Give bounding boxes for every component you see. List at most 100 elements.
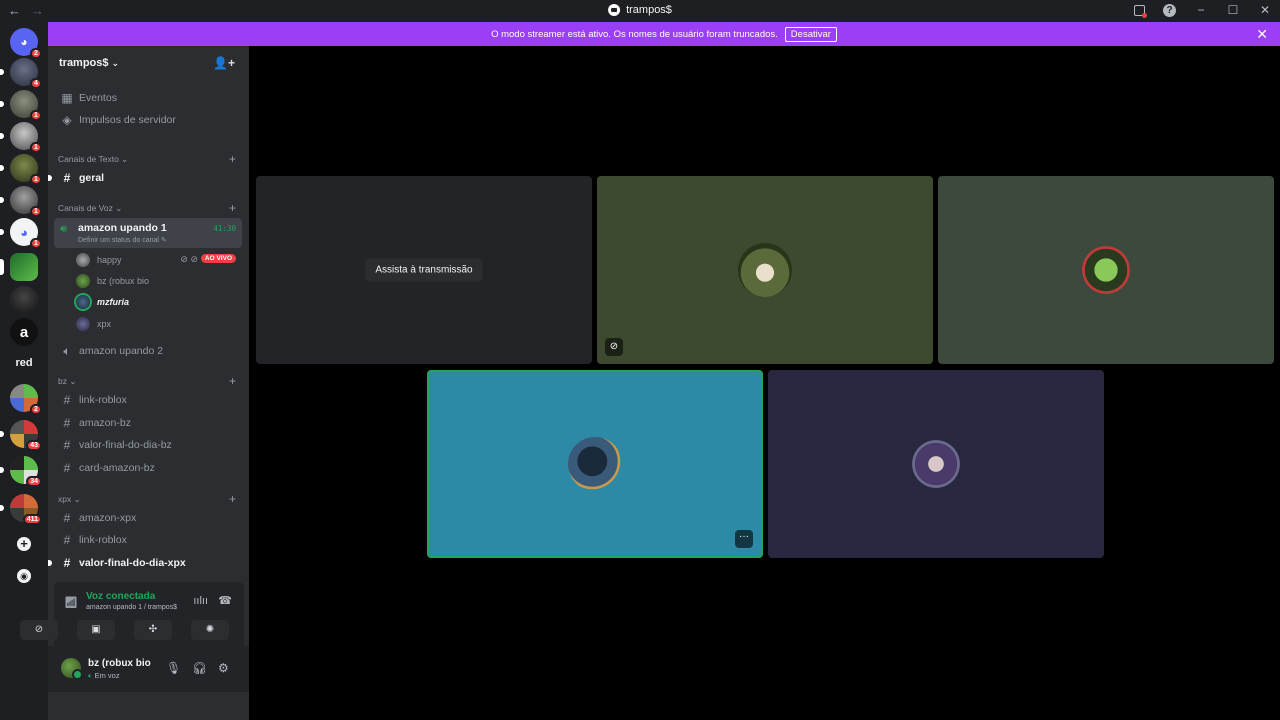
pencil-icon: ✎ [160, 237, 167, 244]
calendar-icon: ▦ [61, 91, 73, 105]
category-voice-channels[interactable]: Canais de Voz ⌄ + [58, 201, 242, 215]
selected-pill [0, 259, 4, 275]
server-boosts-item[interactable]: ◈ Impulsos de servidor [54, 110, 242, 130]
speaker-icon: 🔊︎ [60, 223, 67, 235]
watch-stream-button[interactable]: Assista à transmissão [365, 258, 483, 282]
user-status-text: Em voz [94, 671, 120, 680]
direct-messages-button[interactable]: ◕ 2 [10, 28, 42, 59]
channel-link-roblox[interactable]: # link-roblox [54, 390, 242, 410]
user-name[interactable]: bz (robux bio [88, 658, 151, 669]
channel-label: amazon-bz [79, 417, 131, 429]
category-bz[interactable]: bz ⌄ + [58, 374, 242, 388]
channel-valor-final-do-dia-xpx[interactable]: # valor-final-do-dia-xpx [48, 553, 242, 573]
server-icon-3[interactable]: 1 [0, 122, 42, 153]
voice-connected-title[interactable]: Voz conectada [86, 591, 155, 602]
channel-valor-final-do-dia-bz[interactable]: # valor-final-do-dia-bz [54, 435, 242, 455]
server-icon-7[interactable] [0, 253, 38, 281]
server-folder-2[interactable]: 43 [0, 420, 42, 451]
voice-user-bz[interactable]: bz (robux bio [76, 272, 242, 290]
activities-button[interactable]: ✣ [134, 620, 172, 640]
disconnect-icon[interactable]: ☎ [218, 594, 232, 607]
text-server-red[interactable]: red [10, 349, 38, 377]
create-channel-icon[interactable]: + [229, 492, 236, 506]
badge: 1 [30, 206, 42, 217]
channel-amazon-bz[interactable]: # amazon-bz [54, 413, 242, 433]
server-icon-1[interactable]: 4 [0, 58, 42, 89]
voice-user-happy[interactable]: happy ⊘ ⊘ AO VIVO [76, 251, 242, 269]
add-server-button[interactable]: + [10, 530, 38, 558]
microphone-icon[interactable]: 🎙︎ [166, 661, 181, 675]
nav-buttons: ← → [8, 3, 44, 18]
voice-channel-amazon-upando-2[interactable]: 🔈︎ amazon upando 2 [54, 341, 242, 361]
participant-tile[interactable]: ⊘ [597, 176, 933, 364]
discover-button[interactable]: ◉ [10, 562, 38, 590]
voice-timer: 41:30 [213, 224, 236, 233]
participant-tile[interactable] [938, 176, 1274, 364]
inbox-icon[interactable] [1134, 4, 1147, 18]
streamer-mode-banner: O modo streamer está ativo. Os nomes de … [48, 22, 1280, 46]
forward-arrow-icon[interactable]: → [31, 3, 44, 18]
participant-tile[interactable] [768, 370, 1104, 558]
voice-user-name: xpx [97, 319, 112, 329]
events-item[interactable]: ▦ Eventos [54, 88, 242, 108]
maximize-icon[interactable]: ☐ [1226, 3, 1240, 17]
close-window-icon[interactable]: ✕ [1258, 3, 1272, 17]
hashtag-icon: # [63, 393, 71, 407]
noise-suppression-icon[interactable]: ıılıı [193, 595, 208, 607]
create-channel-icon[interactable]: + [229, 201, 236, 215]
amazon-server[interactable]: a [10, 318, 38, 346]
chevron-down-icon: ⌄ [66, 375, 77, 386]
voice-user-name: bz (robux bio [97, 276, 150, 286]
server-header[interactable]: trampos$ ⌄ 👤+ [48, 46, 249, 80]
voice-channel-amazon-upando-1[interactable]: 🔊︎ amazon upando 1 Definir um status do … [54, 218, 242, 248]
live-badge: AO VIVO [200, 254, 236, 263]
server-folder-4[interactable]: 411 [0, 494, 42, 525]
server-icon-5[interactable]: 1 [0, 186, 42, 217]
server-avatar [10, 253, 38, 281]
camera-off-icon: ⊘ [34, 624, 44, 635]
server-icon-8[interactable] [10, 286, 38, 314]
invite-people-icon[interactable]: 👤+ [213, 56, 235, 70]
channel-amazon-xpx[interactable]: # amazon-xpx [54, 508, 242, 528]
boosts-label: Impulsos de servidor [79, 114, 176, 126]
stream-off-icon: ⊘ [605, 338, 623, 356]
more-options-icon[interactable]: ··· [735, 530, 753, 548]
minimize-icon[interactable]: − [1194, 3, 1208, 17]
user-avatar[interactable] [61, 658, 83, 680]
category-text-channels[interactable]: Canais de Texto ⌄ + [58, 152, 242, 166]
channel-card-amazon-bz[interactable]: # card-amazon-bz [54, 458, 242, 478]
participant-tile-speaking[interactable]: ··· [427, 370, 763, 558]
hashtag-icon: # [63, 461, 71, 475]
create-channel-icon[interactable]: + [229, 152, 236, 166]
server-name: trampos$ [59, 57, 109, 69]
channel-status[interactable]: Definir um status do canal ✎ [78, 236, 167, 244]
unread-pill [0, 431, 4, 437]
create-channel-icon[interactable]: + [229, 374, 236, 388]
camera-button[interactable]: ⊘ [20, 620, 58, 640]
category-xpx[interactable]: xpx ⌄ + [58, 492, 242, 506]
disable-streamer-button[interactable]: Desativar [784, 26, 837, 42]
server-folder-1[interactable]: 2 [10, 384, 42, 415]
voice-user-xpx[interactable]: xpx [76, 315, 242, 333]
soundboard-icon: ✺ [205, 624, 215, 635]
server-icon-4[interactable]: 1 [0, 154, 42, 185]
server-icon-6[interactable]: ◕ 1 [0, 218, 42, 249]
server-icon-2[interactable]: 1 [0, 90, 42, 121]
server-folder-3[interactable]: 34 [0, 456, 42, 487]
back-arrow-icon[interactable]: ← [8, 3, 21, 18]
channel-link-roblox-xpx[interactable]: # link-roblox [54, 530, 242, 550]
close-banner-icon[interactable]: ✕ [1256, 26, 1268, 43]
headphones-icon[interactable]: 🎧︎ [192, 661, 207, 675]
screen-share-button[interactable]: ▣ [77, 620, 115, 640]
soundboard-button[interactable]: ✺ [191, 620, 229, 640]
voice-connected-subtitle[interactable]: amazon upando 1 / trampos$ [86, 604, 177, 611]
help-icon[interactable]: ? [1163, 3, 1176, 17]
stream-tile[interactable]: Assista à transmissão [256, 176, 592, 364]
channel-status-text: Definir um status do canal [78, 237, 159, 244]
channel-geral[interactable]: # geral [48, 168, 242, 188]
settings-gear-icon[interactable]: ⚙ [218, 661, 229, 675]
signal-icon[interactable]: 📶︎ [64, 596, 78, 609]
voice-user-mzfuria[interactable]: mzfuria [76, 293, 242, 311]
chevron-down-icon: ⌄ [71, 493, 81, 504]
channel-label: amazon-xpx [79, 512, 137, 524]
